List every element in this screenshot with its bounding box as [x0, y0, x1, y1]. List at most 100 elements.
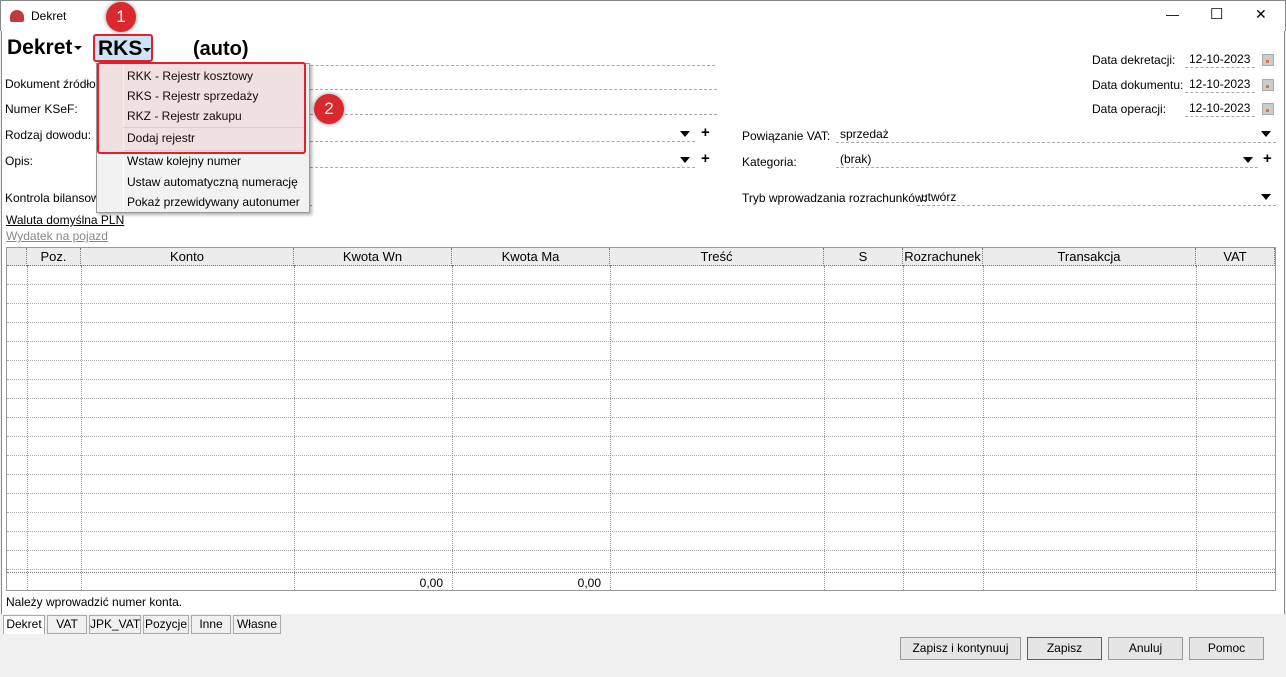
col-header-content[interactable]: Treść	[610, 248, 824, 266]
dropdown-arrow-icon[interactable]	[680, 157, 690, 163]
save-button[interactable]: Zapisz	[1027, 637, 1102, 660]
cancel-button[interactable]: Anuluj	[1108, 637, 1183, 660]
tab-vat[interactable]: VAT	[47, 615, 87, 634]
column-divider	[610, 266, 611, 590]
proof-type-label: Rodzaj dowodu:	[5, 128, 92, 142]
calendar-icon[interactable]	[1262, 103, 1274, 115]
calendar-icon[interactable]	[1262, 79, 1274, 91]
column-divider	[824, 266, 825, 590]
description-select[interactable]	[310, 150, 695, 168]
table-row[interactable]	[7, 361, 1275, 380]
app-logo-icon	[10, 10, 24, 22]
entries-grid[interactable]: Poz. Konto Kwota Wn Kwota Ma Treść S Roz…	[6, 247, 1276, 591]
column-divider	[903, 266, 904, 590]
menu-item-auto-numbering[interactable]: Ustaw automatyczną numerację	[127, 175, 298, 189]
table-row[interactable]	[7, 456, 1275, 475]
settlement-mode-label: Tryb wprowadzania rozrachunków:	[742, 191, 927, 205]
annotation-badge-1: 1	[106, 2, 136, 32]
col-header-debit[interactable]: Kwota Wn	[294, 248, 452, 266]
table-row[interactable]	[7, 494, 1275, 513]
table-row[interactable]	[7, 304, 1275, 323]
vat-link-select[interactable]: sprzedaż	[836, 125, 1276, 143]
dropdown-arrow-icon[interactable]	[1261, 131, 1271, 137]
register-dropdown[interactable]: RKS	[93, 34, 153, 62]
operation-date-input[interactable]: 12-10-2023	[1185, 99, 1255, 117]
add-description-icon[interactable]: +	[701, 151, 710, 166]
col-header-credit[interactable]: Kwota Ma	[452, 248, 610, 266]
description-label: Opis:	[5, 154, 34, 168]
register-label: RKS	[98, 37, 143, 60]
table-row[interactable]	[7, 475, 1275, 494]
window-title: Dekret	[31, 9, 67, 23]
tab-dekret[interactable]: Dekret	[3, 615, 45, 634]
col-header-transaction[interactable]: Transakcja	[983, 248, 1196, 266]
annotation-badge-2: 2	[314, 94, 344, 124]
menu-item-insert-next-number[interactable]: Wstaw kolejny numer	[127, 154, 241, 168]
col-header-position[interactable]: Poz.	[27, 248, 81, 266]
ksef-input[interactable]	[310, 97, 717, 115]
tab-inne[interactable]: Inne	[191, 615, 231, 634]
table-row[interactable]	[7, 266, 1275, 285]
column-divider	[81, 266, 82, 590]
tab-jpk-vat[interactable]: JPK_VAT	[89, 615, 141, 634]
help-button[interactable]: Pomoc	[1189, 637, 1264, 660]
col-header-selector[interactable]	[7, 248, 27, 266]
column-divider	[27, 266, 28, 590]
doc-type-dropdown[interactable]: Dekret	[7, 36, 83, 60]
dropdown-arrow-icon[interactable]	[1261, 194, 1271, 200]
vehicle-expense-link[interactable]: Wydatek na pojazd	[6, 229, 108, 243]
document-date-label: Data dokumentu:	[1092, 78, 1184, 92]
chevron-down-icon	[143, 48, 151, 52]
column-divider	[1196, 266, 1197, 590]
column-divider	[294, 266, 295, 590]
document-date-input[interactable]: 12-10-2023	[1185, 75, 1255, 93]
dropdown-arrow-icon[interactable]	[1243, 157, 1253, 163]
column-divider	[452, 266, 453, 590]
category-label: Kategoria:	[742, 155, 797, 169]
doc-type-label: Dekret	[7, 36, 73, 59]
minimize-button[interactable]: —	[1166, 7, 1179, 22]
col-header-account[interactable]: Konto	[81, 248, 294, 266]
add-proof-type-icon[interactable]: +	[701, 125, 710, 140]
status-message: Należy wprowadzić numer konta.	[6, 595, 183, 609]
annotation-highlight	[97, 62, 306, 154]
operation-date-label: Data operacji:	[1092, 102, 1167, 116]
table-row[interactable]	[7, 532, 1275, 551]
maximize-button[interactable]: ☐	[1210, 5, 1223, 23]
posting-date-input[interactable]: 12-10-2023	[1185, 50, 1255, 68]
table-row[interactable]	[7, 418, 1275, 437]
table-row[interactable]	[7, 380, 1275, 399]
tab-wlasne[interactable]: Własne	[233, 615, 281, 634]
total-credit: 0,00	[577, 576, 601, 590]
close-button[interactable]: ✕	[1255, 6, 1267, 23]
dropdown-arrow-icon[interactable]	[680, 131, 690, 137]
col-header-vat[interactable]: VAT	[1196, 248, 1275, 266]
currency-link[interactable]: Waluta domyślna PLN	[6, 213, 124, 227]
vat-link-label: Powiązanie VAT:	[742, 129, 831, 143]
table-row[interactable]	[7, 399, 1275, 418]
source-doc-input[interactable]	[310, 72, 717, 90]
settlement-mode-select[interactable]: utwórz	[917, 188, 1276, 206]
category-select[interactable]: (brak)	[836, 150, 1258, 168]
table-row[interactable]	[7, 513, 1275, 532]
posting-date-label: Data dekretacji:	[1092, 53, 1176, 67]
add-category-icon[interactable]: +	[1263, 151, 1272, 166]
col-header-settlement[interactable]: Rozrachunek	[903, 248, 983, 266]
table-row[interactable]	[7, 551, 1275, 570]
menu-item-preview-autonumber[interactable]: Pokaż przewidywany autonumer	[127, 195, 300, 209]
col-header-s[interactable]: S	[824, 248, 903, 266]
total-debit: 0,00	[419, 576, 443, 590]
proof-type-select[interactable]	[310, 124, 695, 142]
table-row[interactable]	[7, 323, 1275, 342]
table-row[interactable]	[7, 285, 1275, 304]
ksef-label: Numer KSeF:	[5, 102, 78, 116]
tab-pozycje[interactable]: Pozycje	[143, 615, 189, 634]
table-row[interactable]	[7, 342, 1275, 361]
table-row[interactable]	[7, 437, 1275, 456]
totals-row: 0,00 0,00	[7, 572, 1275, 591]
title-bar: Dekret — ☐ ✕	[0, 0, 1286, 31]
chevron-down-icon	[74, 46, 83, 51]
save-continue-button[interactable]: Zapisz i kontynuuj	[900, 637, 1021, 660]
calendar-icon[interactable]	[1262, 54, 1274, 66]
column-divider	[983, 266, 984, 590]
